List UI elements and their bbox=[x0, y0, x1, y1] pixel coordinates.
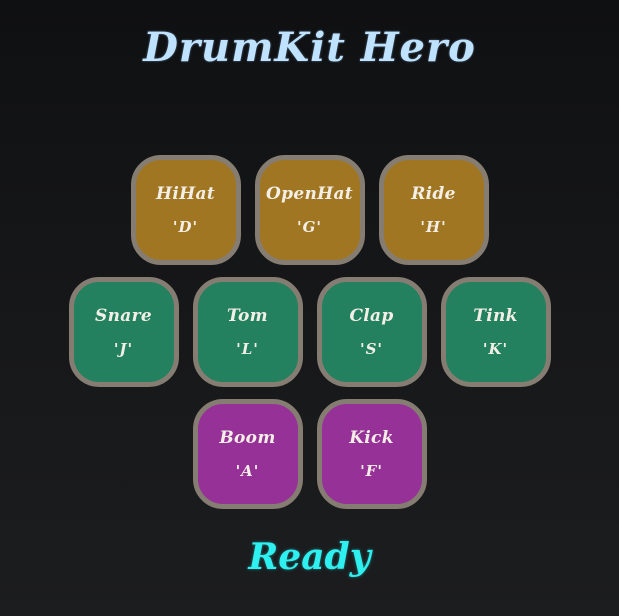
pad-openhat[interactable]: OpenHat 'G' bbox=[254, 155, 365, 265]
pad-key-hint: 'A' bbox=[235, 462, 260, 480]
pad-snare[interactable]: Snare 'J' bbox=[68, 277, 179, 387]
pad-hihat[interactable]: HiHat 'D' bbox=[130, 155, 241, 265]
pad-kick[interactable]: Kick 'F' bbox=[316, 399, 427, 509]
pad-row-cymbals: HiHat 'D' OpenHat 'G' Ride 'H' bbox=[0, 155, 619, 265]
pad-key-hint: 'D' bbox=[172, 218, 199, 236]
pad-label: Clap bbox=[349, 306, 394, 326]
pad-label: Ride bbox=[411, 184, 456, 204]
pad-tink[interactable]: Tink 'K' bbox=[440, 277, 551, 387]
pad-key-hint: 'J' bbox=[113, 340, 134, 358]
pad-label: Kick bbox=[349, 428, 394, 448]
pad-key-hint: 'L' bbox=[236, 340, 259, 358]
pad-row-drums: Snare 'J' Tom 'L' Clap 'S' Tink 'K' bbox=[0, 277, 619, 387]
pad-row-bass: Boom 'A' Kick 'F' bbox=[0, 399, 619, 509]
pad-key-hint: 'S' bbox=[359, 340, 384, 358]
pad-key-hint: 'H' bbox=[420, 218, 447, 236]
pad-label: Snare bbox=[95, 306, 152, 326]
status-text: Ready bbox=[248, 536, 371, 578]
pad-label: Tom bbox=[227, 306, 268, 326]
pad-key-hint: 'G' bbox=[297, 218, 322, 236]
pad-label: HiHat bbox=[156, 184, 215, 204]
drum-pad-grid: HiHat 'D' OpenHat 'G' Ride 'H' Snare 'J'… bbox=[0, 0, 619, 616]
pad-boom[interactable]: Boom 'A' bbox=[192, 399, 303, 509]
pad-ride[interactable]: Ride 'H' bbox=[378, 155, 489, 265]
pad-tom[interactable]: Tom 'L' bbox=[192, 277, 303, 387]
pad-key-hint: 'K' bbox=[482, 340, 509, 358]
pad-clap[interactable]: Clap 'S' bbox=[316, 277, 427, 387]
pad-label: OpenHat bbox=[266, 184, 353, 204]
pad-key-hint: 'F' bbox=[360, 462, 383, 480]
pad-label: Tink bbox=[473, 306, 518, 326]
pad-label: Boom bbox=[219, 428, 276, 448]
